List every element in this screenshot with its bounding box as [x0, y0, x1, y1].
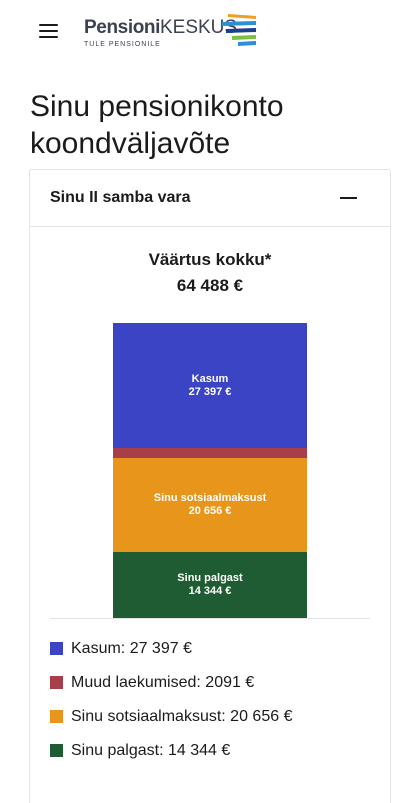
menu-line: [39, 36, 58, 38]
bar-segment-value: 20 656 €: [188, 505, 232, 517]
bar-segment-label: Kasum 27 397 €: [113, 373, 307, 399]
stacked-bar-chart: Kasum 27 397 € Sinu sotsiaalmaksust 20 656 …: [113, 323, 307, 618]
legend-item: Kasum: 27 397 €: [50, 639, 380, 659]
header: PensioniKESKUS TULE PENSIONILE: [0, 0, 405, 64]
assets-card: Sinu II samba vara Väärtus kokku* 64 488…: [29, 169, 391, 803]
bar-segment-sinu-palgast[interactable]: Sinu palgast 14 344 €: [113, 552, 307, 618]
logo-stripes-icon: [222, 14, 256, 46]
legend-swatch: [50, 744, 63, 757]
hamburger-menu-icon[interactable]: [39, 24, 58, 38]
bar-segment-value: 27 397 €: [188, 385, 232, 398]
legend-item: Muud laekumised: 2091 €: [50, 673, 380, 693]
legend-label: Kasum: 27 397 €: [71, 640, 192, 657]
bar-segment-sinu-sotsiaalmaksust[interactable]: Sinu sotsiaalmaksust 20 656 €: [113, 458, 307, 552]
bar-segment-value: 14 344 €: [188, 585, 232, 597]
bar-segment-kasum[interactable]: Kasum 27 397 €: [113, 323, 307, 448]
bar-segment-muud-laekumised[interactable]: [113, 448, 307, 458]
total-label: Väärtus kokku*: [148, 250, 272, 269]
bar-segment-name: Kasum: [191, 372, 229, 385]
menu-line: [39, 30, 58, 32]
card-title: Sinu II samba vara: [50, 189, 191, 206]
pensionikeskus-logo[interactable]: PensioniKESKUS TULE PENSIONILE: [84, 14, 259, 54]
page-title: Sinu pensionikonto koondväljavõte: [30, 90, 284, 160]
chart-baseline: [50, 618, 370, 619]
menu-line: [39, 24, 58, 26]
legend-swatch: [50, 676, 63, 689]
legend-item: Sinu sotsiaalmaksust: 20 656 €: [50, 707, 380, 727]
legend-item: Sinu palgast: 14 344 €: [50, 741, 380, 761]
accordion-header[interactable]: Sinu II samba vara: [30, 170, 390, 227]
legend-swatch: [50, 642, 63, 655]
legend-swatch: [50, 710, 63, 723]
total-value: 64 488 €: [176, 276, 244, 295]
legend-label: Muud laekumised: 2091 €: [71, 674, 255, 691]
legend-label: Sinu sotsiaalmaksust: 20 656 €: [71, 708, 293, 725]
bar-segment-label: Sinu sotsiaalmaksust 20 656 €: [113, 492, 307, 518]
legend-label: Sinu palgast: 14 344 €: [71, 742, 231, 759]
bar-segment-name: Sinu palgast: [177, 572, 243, 584]
logo-wordmark: PensioniKESKUS: [84, 17, 238, 38]
minus-collapse-icon[interactable]: [340, 197, 357, 199]
bar-segment-label: Sinu palgast 14 344 €: [113, 572, 307, 598]
bar-segment-name: Sinu sotsiaalmaksust: [153, 492, 267, 504]
logo-tagline: TULE PENSIONILE: [84, 41, 161, 48]
